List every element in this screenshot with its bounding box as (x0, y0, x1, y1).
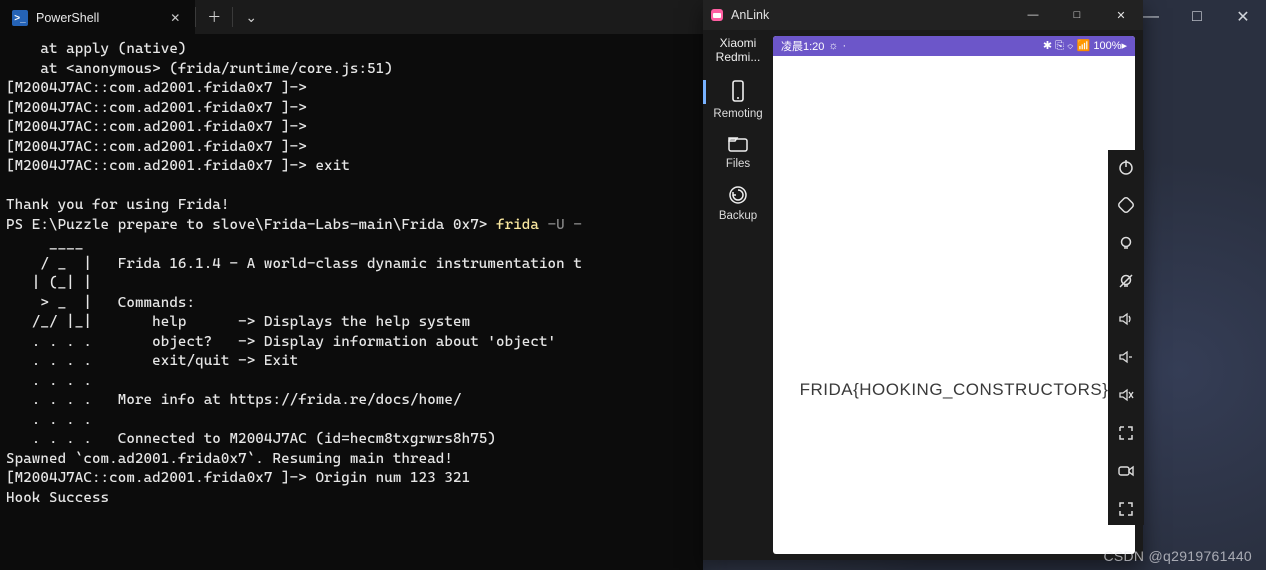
terminal-line: [M2004J7AC::com.ad2001.frida0x7 ]-> (6, 80, 307, 96)
tab-close-button[interactable]: ✕ (167, 11, 183, 25)
anlink-icon (703, 8, 731, 22)
device-label: Xiaomi Redmi... (716, 30, 761, 72)
record-button[interactable] (1108, 454, 1144, 487)
device-vendor: Xiaomi (716, 36, 761, 50)
terminal-line: Thank you for using Frida! (6, 197, 230, 213)
power-button[interactable] (1108, 150, 1144, 183)
terminal-line: [M2004J7AC::com.ad2001.frida0x7 ]-> (6, 139, 307, 155)
anlink-minimize-button[interactable]: — (1011, 0, 1055, 30)
anlink-close-button[interactable]: ✕ (1099, 0, 1143, 30)
terminal-line: / _ | Frida 16.1.4 - A world-class dynam… (6, 256, 582, 272)
terminal-line: at apply (native) (6, 41, 187, 57)
host-close-button[interactable]: ✕ (1220, 0, 1266, 34)
sidebar-item-backup[interactable]: Backup (703, 176, 773, 228)
new-tab-button[interactable]: ＋ (196, 0, 232, 34)
terminal-line: /_/ |_| help -> Displays the help system (6, 314, 470, 330)
powershell-window: >_ PowerShell ✕ ＋ ⌄ at apply (native) at… (0, 0, 703, 570)
terminal-line: [M2004J7AC::com.ad2001.frida0x7 ]-> (6, 100, 307, 116)
device-model: Redmi... (716, 50, 761, 64)
crop-button[interactable] (1108, 416, 1144, 449)
terminal-line: . . . . (6, 412, 92, 428)
flag-text: FRIDA{HOOKING_CONSTRUCTORS} (773, 379, 1135, 401)
powershell-titlebar[interactable]: >_ PowerShell ✕ ＋ ⌄ (0, 0, 703, 34)
phone-screen-content: FRIDA{HOOKING_CONSTRUCTORS} (773, 56, 1135, 554)
terminal-line: [M2004J7AC::com.ad2001.frida0x7 ]-> (6, 119, 307, 135)
refresh-icon (726, 183, 750, 207)
terminal-line: ____ (6, 236, 83, 252)
phone-icon (727, 79, 749, 105)
terminal-line: Spawned `com.ad2001.frida0x7`. Resuming … (6, 451, 453, 467)
sidebar-item-label: Files (726, 158, 750, 170)
terminal-line: | (_| | (6, 275, 92, 291)
sidebar-item-remoting[interactable]: Remoting (703, 72, 773, 126)
terminal-line: . . . . object? -> Display information a… (6, 334, 556, 350)
anlink-maximize-button[interactable]: □ (1055, 0, 1099, 30)
terminal-line: at <anonymous> (frida/runtime/core.js:51… (6, 61, 393, 77)
terminal-arg: -U - (548, 217, 582, 233)
terminal-line: . . . . exit/quit -> Exit (6, 353, 298, 369)
terminal-cmd: frida (496, 217, 548, 233)
sidebar-item-label: Remoting (713, 108, 762, 120)
watermark: CSDN @q2919761440 (1103, 548, 1252, 564)
tab-dropdown-button[interactable]: ⌄ (233, 0, 269, 34)
mute-button[interactable] (1108, 378, 1144, 411)
status-icons: ✱ ⎘ ⌔ 📶 100%▸ (1043, 39, 1127, 53)
powershell-tab-label: PowerShell (36, 11, 99, 25)
sidebar-item-files[interactable]: Files (703, 126, 773, 176)
anlink-title: AnLink (731, 8, 769, 22)
host-maximize-button[interactable]: □ (1174, 0, 1220, 34)
terminal-line: [M2004J7AC::com.ad2001.frida0x7 ]-> Orig… (6, 470, 470, 486)
phone-status-bar: 凌晨1:20 ☼ · ✱ ⎘ ⌔ 📶 100%▸ (773, 36, 1135, 56)
sidebar-item-label: Backup (719, 210, 757, 222)
anlink-sidebar: Xiaomi Redmi... Remoting Files Backup (703, 30, 773, 560)
terminal-line: . . . . More info at https://frida.re/do… (6, 392, 462, 408)
phone-mirror[interactable]: 凌晨1:20 ☼ · ✱ ⎘ ⌔ 📶 100%▸ FRIDA{HOOKING_C… (773, 36, 1135, 554)
terminal-line: > _ | Commands: (6, 295, 195, 311)
status-time: 凌晨1:20 (781, 38, 824, 54)
terminal-line: . . . . Connected to M2004J7AC (id=hecm8… (6, 431, 496, 447)
volume-down-button[interactable] (1108, 340, 1144, 373)
rotate-button[interactable] (1108, 188, 1144, 221)
folder-icon (726, 133, 750, 155)
terminal-line: . . . . (6, 373, 92, 389)
terminal-line: Hook Success (6, 490, 109, 506)
terminal-line: [M2004J7AC::com.ad2001.frida0x7 ]-> exit (6, 158, 350, 174)
volume-up-button[interactable] (1108, 302, 1144, 335)
terminal-output[interactable]: at apply (native) at <anonymous> (frida/… (0, 34, 703, 508)
anlink-titlebar[interactable]: AnLink — □ ✕ (703, 0, 1143, 30)
status-dot-icon: · (843, 40, 847, 52)
anlink-toolbar (1108, 150, 1144, 525)
bulb-button[interactable] (1108, 226, 1144, 259)
anlink-window: AnLink — □ ✕ Xiaomi Redmi... Remoting Fi… (703, 0, 1143, 560)
bulb-off-button[interactable] (1108, 264, 1144, 297)
status-weather-icon: ☼ (828, 40, 838, 52)
powershell-icon: >_ (12, 10, 28, 26)
fullscreen-button[interactable] (1108, 492, 1144, 525)
terminal-line: PS E:\Puzzle prepare to slove\Frida-Labs… (6, 217, 496, 233)
powershell-tab[interactable]: >_ PowerShell ✕ (0, 0, 195, 34)
